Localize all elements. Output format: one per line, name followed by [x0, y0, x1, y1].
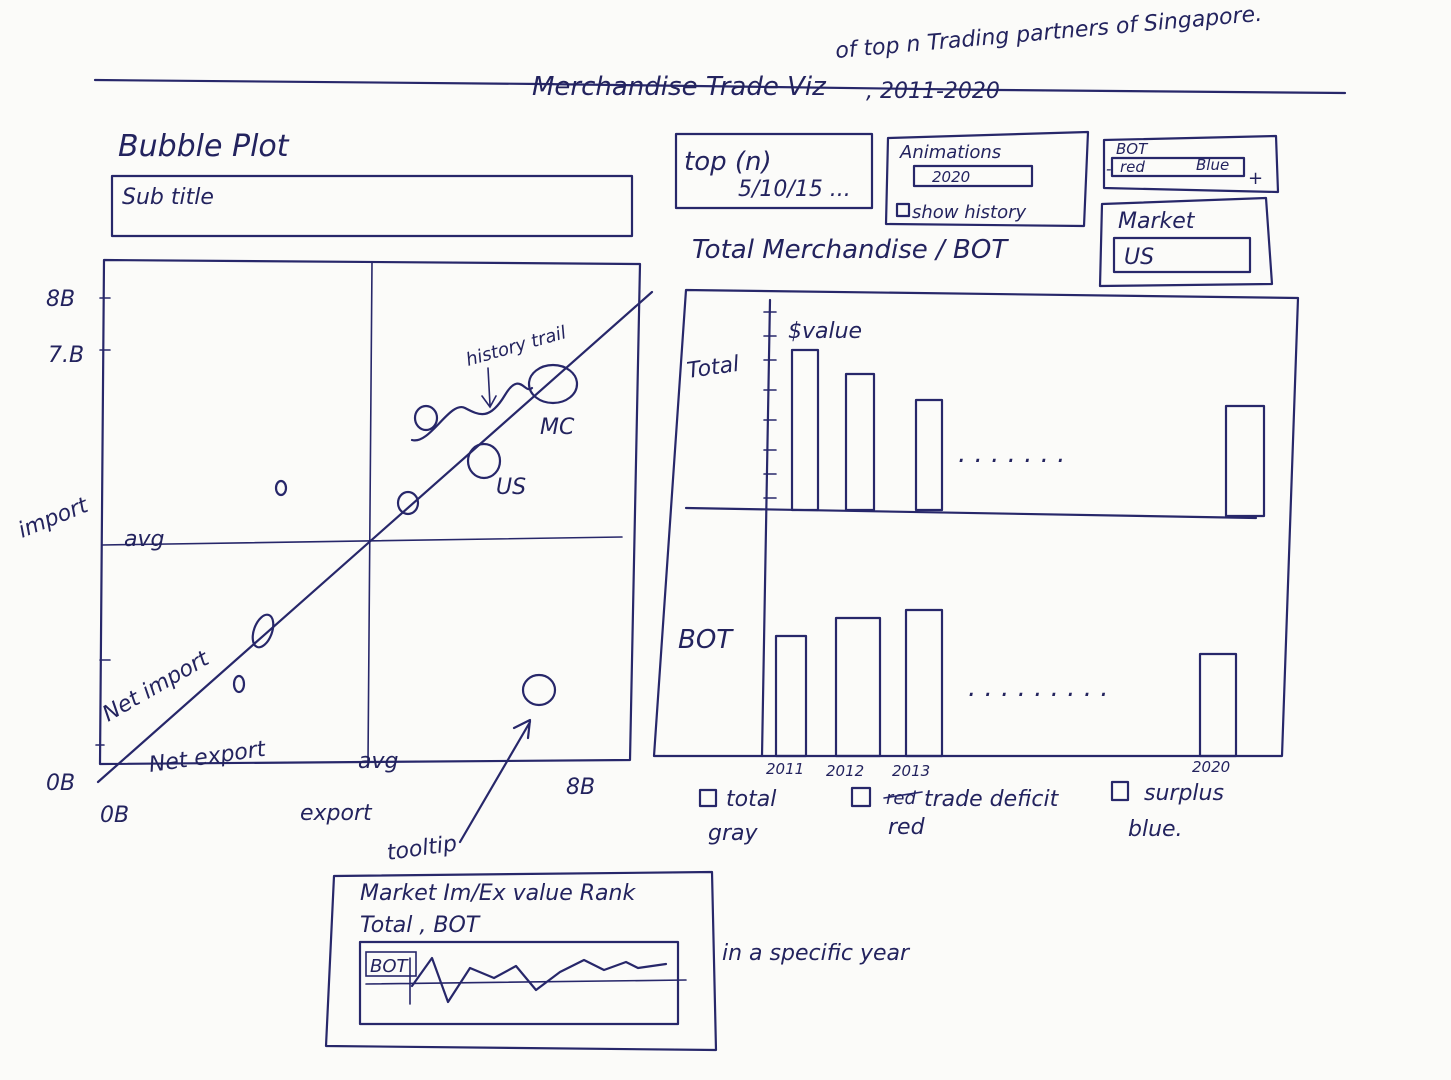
- title-superscript: of top n Trading partners of Singapore.: [834, 2, 1263, 64]
- legend-deficit-struck: red: [886, 788, 916, 809]
- market-label: Market: [1118, 209, 1196, 234]
- tooltip-line-1: Market Im/Ex value Rank: [360, 881, 636, 906]
- tooltip-arrow: [458, 718, 532, 844]
- avg-vertical-label: avg: [358, 749, 399, 774]
- tooltip-mini-label: BOT: [370, 956, 410, 977]
- bot-blue-label: Blue: [1196, 156, 1229, 174]
- legend-surplus-label: surplus: [1144, 781, 1224, 806]
- topn-label: top (n): [684, 147, 772, 177]
- bot-bar-2013[interactable]: [904, 608, 944, 758]
- bot-red-label: red: [1120, 158, 1145, 176]
- net-import-label: Net import: [99, 646, 215, 727]
- bot-bar-2020[interactable]: [1198, 652, 1238, 758]
- show-history-label: show history: [912, 202, 1027, 223]
- bubble-label-us: US: [496, 475, 526, 500]
- total-bar-2020[interactable]: [1224, 404, 1266, 518]
- legend-total-color: gray: [708, 821, 758, 846]
- bubble[interactable]: [249, 612, 278, 650]
- bubble-us[interactable]: [466, 442, 502, 480]
- bar-panel-title: Total Merchandise / BOT: [692, 235, 1009, 265]
- total-baseline: [684, 506, 1258, 520]
- history-trail-label: history trail: [464, 322, 569, 371]
- bubble-plot-title: Bubble Plot: [118, 129, 290, 164]
- x-tick-8b: 8B: [566, 775, 595, 800]
- y-tick-0b: 0B: [46, 771, 75, 796]
- year-label-2013: 2013: [892, 762, 930, 780]
- legend-total-swatch: [698, 788, 718, 808]
- topn-control[interactable]: top (n) 5/10/15 ...: [674, 132, 874, 210]
- bar-legend: total gray red trade deficit red surplus…: [698, 780, 1224, 846]
- tooltip-arrow-label: tooltip: [385, 831, 458, 866]
- tooltip-note: in a specific year: [722, 941, 911, 966]
- bubble[interactable]: [232, 674, 246, 694]
- year-label-2020: 2020: [1192, 758, 1230, 776]
- bubble[interactable]: [413, 404, 439, 432]
- bubble-label-mc: MC: [540, 415, 575, 440]
- animations-control: Animations 2020 show history: [884, 130, 1090, 228]
- topn-options: 5/10/15 ...: [738, 177, 851, 202]
- tooltip-line-2: Total , BOT: [360, 913, 481, 938]
- legend-deficit-swatch: [850, 786, 872, 808]
- total-row-label: Total: [685, 352, 740, 384]
- history-trail-arrow: [481, 367, 497, 409]
- bot-color-label: BOT: [1116, 140, 1149, 158]
- avg-vertical-line: [367, 261, 373, 763]
- legend-deficit-color: red: [888, 815, 926, 840]
- history-trail-path: [410, 382, 534, 442]
- year-label-2012: 2012: [826, 762, 864, 780]
- legend-total-label: total: [726, 787, 776, 812]
- bubble[interactable]: [274, 479, 288, 497]
- bar-chart-panel: $value Total BOT . . . . . . . . . . . .…: [652, 288, 1300, 780]
- total-bar-2012[interactable]: [844, 372, 876, 512]
- net-export-label: Net export: [147, 737, 268, 778]
- bot-bar-2012[interactable]: [834, 616, 882, 758]
- value-label: $value: [788, 319, 862, 344]
- year-label-2011: 2011: [766, 760, 804, 778]
- y-tick-7b: 7.B: [48, 343, 84, 368]
- bot-bar-2011[interactable]: [774, 634, 808, 758]
- market-control: Market US: [1098, 196, 1274, 288]
- y-tick-8b: 8B: [46, 287, 75, 312]
- subtitle-text: Sub title: [122, 185, 214, 210]
- diagonal-line: [96, 290, 654, 784]
- total-bar-2011[interactable]: [790, 348, 820, 512]
- bar-chart-y-axis: [760, 298, 772, 758]
- y-axis-label: import: [15, 493, 93, 544]
- main-title: Merchandise Trade Viz: [532, 72, 827, 102]
- bot-dots: . . . . . . . . .: [968, 673, 1109, 703]
- avg-horizontal-label: avg: [124, 527, 165, 552]
- year-slider-value: 2020: [932, 168, 970, 186]
- bubble-plot: 8B 7.B 0B 0B 8B import export avg avg Ne…: [15, 258, 654, 866]
- x-axis-label: export: [300, 801, 373, 826]
- tooltip-box: Market Im/Ex value Rank Total , BOT BOT …: [324, 870, 911, 1052]
- total-bar-2013[interactable]: [914, 398, 944, 512]
- wireframe-sketch: Merchandise Trade Viz of top n Trading p…: [15, 2, 1347, 1052]
- legend-surplus-color: blue.: [1128, 817, 1183, 842]
- legend-deficit-label: trade deficit: [924, 787, 1060, 812]
- total-dots: . . . . . . .: [958, 439, 1065, 469]
- market-select-value: US: [1124, 245, 1154, 270]
- bot-row-label: BOT: [678, 625, 734, 655]
- tooltip-mini-axes: [365, 957, 687, 1005]
- avg-horizontal-line: [101, 536, 623, 546]
- animations-label: Animations: [899, 142, 1001, 163]
- bot-minus: -: [1106, 160, 1111, 178]
- bubble-tooltip-target[interactable]: [521, 673, 557, 707]
- bot-color-control: BOT - red Blue +: [1102, 134, 1280, 194]
- show-history-checkbox[interactable]: [895, 202, 911, 218]
- title-years: , 2011-2020: [866, 79, 1000, 104]
- bubble-mc[interactable]: [527, 363, 579, 405]
- bot-plus: +: [1248, 168, 1263, 189]
- x-tick-0b: 0B: [100, 803, 129, 828]
- legend-surplus-swatch: [1110, 780, 1130, 802]
